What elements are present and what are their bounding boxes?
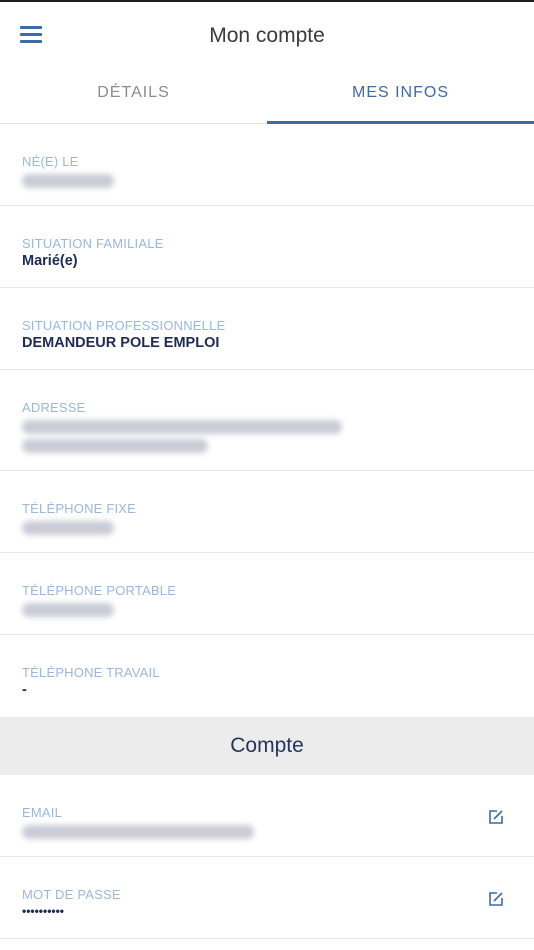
field-professional-situation: SITUATION PROFESSIONNELLE DEMANDEUR POLE… xyxy=(0,288,534,370)
redacted-value xyxy=(22,521,114,535)
field-value: Marié(e) xyxy=(22,253,78,269)
field-label: NÉ(E) LE xyxy=(22,154,79,169)
field-label: TÉLÉPHONE PORTABLE xyxy=(22,583,177,598)
field-mobile-phone: TÉLÉPHONE PORTABLE xyxy=(0,553,534,635)
field-label: TÉLÉPHONE TRAVAIL xyxy=(22,665,160,680)
field-value: •••••••••• xyxy=(22,904,65,918)
field-label: SITUATION PROFESSIONNELLE xyxy=(22,318,226,333)
app-header: Mon compte xyxy=(0,0,534,70)
redacted-value xyxy=(22,603,114,617)
field-work-phone: TÉLÉPHONE TRAVAIL - xyxy=(0,635,534,717)
field-value: - xyxy=(22,682,27,698)
field-label: ADRESSE xyxy=(22,400,86,415)
field-address: ADRESSE xyxy=(0,370,534,471)
edit-icon[interactable] xyxy=(488,809,504,825)
page-title: Mon compte xyxy=(209,24,325,47)
field-family-situation: SITUATION FAMILIALE Marié(e) xyxy=(0,206,534,288)
tab-bar: DÉTAILS MES INFOS xyxy=(0,70,534,124)
redacted-value xyxy=(22,174,114,188)
account-section-header: Compte xyxy=(0,717,534,775)
redacted-value xyxy=(22,825,254,839)
field-label: EMAIL xyxy=(22,805,63,820)
field-birth-date: NÉ(E) LE xyxy=(0,124,534,206)
redacted-value xyxy=(22,420,342,434)
field-email: EMAIL xyxy=(0,775,534,857)
personal-info-section: NÉ(E) LE SITUATION FAMILIALE Marié(e) SI… xyxy=(0,124,534,717)
field-label: TÉLÉPHONE FIXE xyxy=(22,501,137,516)
field-password: MOT DE PASSE •••••••••• xyxy=(0,857,534,939)
tab-mes-infos[interactable]: MES INFOS xyxy=(267,70,534,124)
account-section: EMAIL MOT DE PASSE •••••••••• xyxy=(0,775,534,939)
field-home-phone: TÉLÉPHONE FIXE xyxy=(0,471,534,553)
field-label: MOT DE PASSE xyxy=(22,887,121,902)
redacted-value xyxy=(22,439,208,453)
field-label: SITUATION FAMILIALE xyxy=(22,236,164,251)
tab-details[interactable]: DÉTAILS xyxy=(0,70,267,123)
edit-icon[interactable] xyxy=(488,891,504,907)
field-value: DEMANDEUR POLE EMPLOI xyxy=(22,335,220,351)
